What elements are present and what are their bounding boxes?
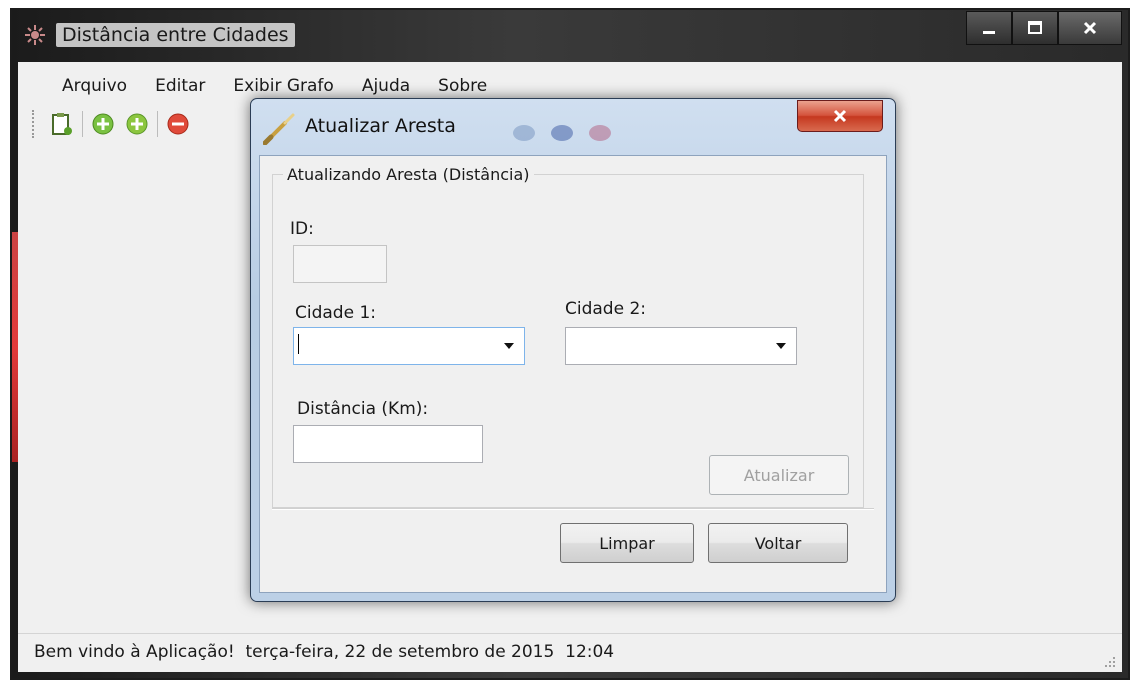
status-text: Bem vindo à Aplicação! terça-feira, 22 d… bbox=[34, 642, 615, 662]
separator-line bbox=[272, 508, 874, 510]
cidade2-combobox[interactable] bbox=[565, 327, 797, 365]
add-green-alt-icon bbox=[126, 113, 148, 135]
cidade1-label: Cidade 1: bbox=[295, 303, 376, 323]
menu-ajuda[interactable]: Ajuda bbox=[348, 62, 424, 98]
add-green-icon bbox=[92, 113, 114, 135]
new-document-icon bbox=[52, 113, 72, 135]
menu-editar[interactable]: Editar bbox=[141, 62, 219, 98]
title-decoration bbox=[551, 125, 573, 141]
toolbar-add-alt-button[interactable] bbox=[123, 110, 151, 138]
minimize-icon bbox=[983, 31, 995, 34]
id-label: ID: bbox=[290, 219, 314, 239]
menu-sobre[interactable]: Sobre bbox=[424, 62, 501, 98]
remove-red-icon bbox=[167, 113, 189, 135]
cidade1-combobox[interactable] bbox=[293, 327, 525, 365]
close-button[interactable] bbox=[1058, 11, 1122, 45]
dialog-client-area: Atualizando Aresta (Distância) ID: Cidad… bbox=[259, 155, 887, 593]
limpar-button[interactable]: Limpar bbox=[560, 523, 694, 563]
chevron-down-icon[interactable] bbox=[776, 343, 786, 349]
brush-icon bbox=[263, 113, 295, 145]
title-decoration bbox=[513, 125, 535, 141]
toolbar-remove-button[interactable] bbox=[164, 110, 192, 138]
update-edge-groupbox: Atualizando Aresta (Distância) ID: Cidad… bbox=[272, 165, 864, 508]
menu-bar: Arquivo Editar Exibir Grafo Ajuda Sobre bbox=[18, 62, 1122, 98]
maximize-button[interactable] bbox=[1012, 11, 1058, 45]
distancia-field[interactable] bbox=[293, 425, 483, 463]
app-icon bbox=[25, 25, 45, 45]
toolbar-separator bbox=[157, 111, 158, 137]
voltar-button[interactable]: Voltar bbox=[708, 523, 848, 563]
toolbar-grip[interactable] bbox=[32, 110, 38, 138]
close-icon bbox=[833, 109, 847, 123]
window-title: Distância entre Cidades bbox=[56, 23, 295, 47]
chevron-down-icon[interactable] bbox=[504, 343, 514, 349]
cidade2-label: Cidade 2: bbox=[565, 299, 646, 319]
menu-arquivo[interactable]: Arquivo bbox=[48, 62, 141, 98]
close-icon bbox=[1083, 21, 1097, 35]
dialog-close-button[interactable] bbox=[797, 100, 883, 132]
toolbar-separator bbox=[82, 111, 83, 137]
dialog-title: Atualizar Aresta bbox=[305, 115, 456, 137]
toolbar-add-button[interactable] bbox=[89, 110, 117, 138]
title-decoration bbox=[589, 125, 611, 141]
toolbar-new-button[interactable] bbox=[48, 110, 76, 138]
group-title: Atualizando Aresta (Distância) bbox=[283, 165, 534, 184]
caption-buttons bbox=[966, 11, 1122, 45]
distancia-label: Distância (Km): bbox=[297, 399, 429, 419]
main-title-bar[interactable]: Distância entre Cidades bbox=[12, 10, 1128, 62]
text-caret bbox=[298, 334, 299, 354]
minimize-button[interactable] bbox=[966, 11, 1012, 45]
status-bar: Bem vindo à Aplicação! terça-feira, 22 d… bbox=[18, 633, 1122, 672]
window-edge-strip bbox=[12, 232, 18, 462]
maximize-icon bbox=[1028, 21, 1042, 34]
atualizar-button[interactable]: Atualizar bbox=[709, 455, 849, 495]
toolbar bbox=[32, 106, 198, 142]
atualizar-aresta-dialog: Atualizar Aresta Atualizando Aresta (Dis… bbox=[250, 98, 896, 602]
resize-grip-icon[interactable] bbox=[1102, 654, 1116, 668]
id-field[interactable] bbox=[293, 245, 387, 283]
menu-exibir-grafo[interactable]: Exibir Grafo bbox=[219, 62, 347, 98]
